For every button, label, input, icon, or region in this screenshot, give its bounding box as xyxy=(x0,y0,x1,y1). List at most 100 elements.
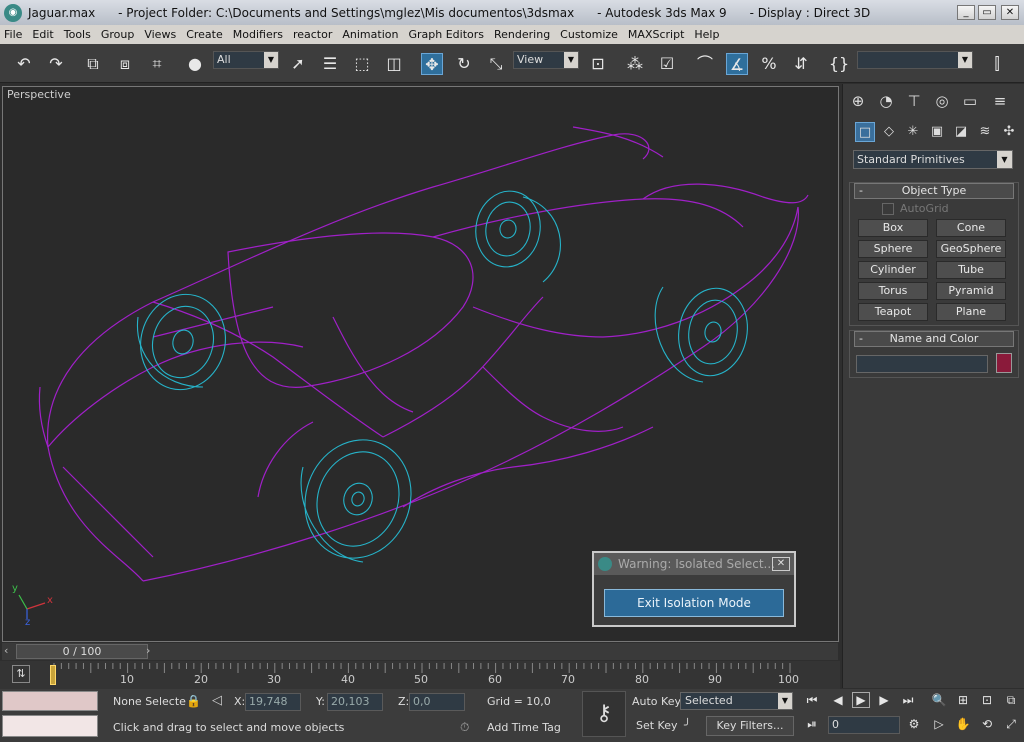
select-and-move-icon[interactable]: ✥ xyxy=(421,53,443,75)
menu-help[interactable]: Help xyxy=(694,28,719,41)
utilities-tab-icon[interactable]: ≡ xyxy=(989,90,1011,112)
reference-coordinate-dropdown[interactable]: View ▼ xyxy=(513,51,579,69)
snaps-toggle-icon[interactable]: ⌒ xyxy=(694,53,716,75)
time-slider-next-icon[interactable]: › xyxy=(146,644,150,657)
menu-graph-editors[interactable]: Graph Editors xyxy=(408,28,484,41)
previous-frame-icon[interactable]: ◀ xyxy=(830,693,846,707)
select-and-manipulate-icon[interactable]: ⁂ xyxy=(624,53,646,75)
maxscript-listener-output[interactable] xyxy=(2,715,98,737)
go-to-start-icon[interactable]: ⏮ xyxy=(804,693,820,708)
select-object-icon[interactable]: ➚ xyxy=(287,53,309,75)
sphere-button[interactable]: Sphere xyxy=(858,240,928,258)
menu-tools[interactable]: Tools xyxy=(64,28,91,41)
unlink-icon[interactable]: ⧈ xyxy=(114,53,136,75)
close-icon[interactable]: ✕ xyxy=(772,557,790,571)
menu-customize[interactable]: Customize xyxy=(560,28,618,41)
menu-edit[interactable]: Edit xyxy=(32,28,53,41)
name-and-color-header[interactable]: - Name and Color xyxy=(854,331,1014,347)
percent-snap-icon[interactable]: % xyxy=(758,53,780,75)
minimize-button[interactable]: _ xyxy=(957,5,975,20)
display-tab-icon[interactable]: ▭ xyxy=(959,90,981,112)
autogrid-checkbox[interactable] xyxy=(882,203,894,215)
object-category-dropdown[interactable]: Standard Primitives ▼ xyxy=(853,150,1013,169)
space-warps-icon[interactable]: ≋ xyxy=(975,122,995,142)
create-tab-icon[interactable]: ⊕ xyxy=(847,90,869,112)
time-configuration-icon[interactable]: ⚙ xyxy=(906,717,922,731)
absolute-mode-icon[interactable]: ◁ xyxy=(212,693,222,708)
add-time-tag-button[interactable]: Add Time Tag xyxy=(487,719,561,737)
box-button[interactable]: Box xyxy=(858,219,928,237)
object-type-header[interactable]: - Object Type xyxy=(854,183,1014,199)
current-frame-marker[interactable] xyxy=(50,665,56,685)
object-color-swatch[interactable] xyxy=(996,353,1012,373)
mirror-icon[interactable]: ⫿ xyxy=(986,53,1008,75)
cylinder-button[interactable]: Cylinder xyxy=(858,261,928,279)
field-of-view-icon[interactable]: ▷ xyxy=(930,717,948,731)
tube-button[interactable]: Tube xyxy=(936,261,1006,279)
systems-icon[interactable]: ✣ xyxy=(999,122,1019,142)
plane-button[interactable]: Plane xyxy=(936,303,1006,321)
zoom-all-icon[interactable]: ⊞ xyxy=(954,693,972,707)
set-key-button[interactable]: Set Key xyxy=(636,717,678,735)
keyboard-shortcut-override-icon[interactable]: ☑ xyxy=(656,53,678,75)
set-key-icon[interactable]: ⚷ xyxy=(582,691,626,737)
menu-modifiers[interactable]: Modifiers xyxy=(233,28,283,41)
selection-lock-icon[interactable]: 🔒 xyxy=(186,694,201,708)
maximize-viewport-icon[interactable]: ⤢ xyxy=(1002,717,1020,732)
maxscript-listener-mini[interactable] xyxy=(2,691,98,711)
torus-button[interactable]: Torus xyxy=(858,282,928,300)
redo-icon[interactable]: ↷ xyxy=(45,53,67,75)
next-frame-icon[interactable]: ▶ xyxy=(876,693,892,707)
menu-reactor[interactable]: reactor xyxy=(293,28,332,41)
object-name-input[interactable] xyxy=(856,355,988,373)
auto-key-button[interactable]: Auto Key xyxy=(632,693,681,711)
select-and-scale-icon[interactable]: ⤡ xyxy=(485,53,507,75)
shapes-icon[interactable]: ◇ xyxy=(879,122,899,142)
close-button[interactable]: ✕ xyxy=(1001,5,1019,20)
menu-views[interactable]: Views xyxy=(144,28,176,41)
key-mode-toggle-icon[interactable]: ⏯ xyxy=(804,717,820,732)
named-selection-dropdown[interactable]: ▼ xyxy=(857,51,973,69)
open-mini-curve-editor-icon[interactable]: ⇅ xyxy=(12,665,30,683)
helpers-icon[interactable]: ◪ xyxy=(951,122,971,142)
pivot-center-icon[interactable]: ⊡ xyxy=(587,53,609,75)
play-icon[interactable]: ▶ xyxy=(852,692,870,708)
x-coordinate-input[interactable]: 19,748 xyxy=(245,693,301,711)
select-and-link-icon[interactable]: ⧉ xyxy=(82,53,104,75)
track-bar[interactable]: ⇅ 10 20 30 40 50 60 70 80 90 100 xyxy=(0,661,840,689)
hierarchy-tab-icon[interactable]: ⊤ xyxy=(903,90,925,112)
exit-isolation-mode-button[interactable]: Exit Isolation Mode xyxy=(604,589,784,617)
go-to-end-icon[interactable]: ⏭ xyxy=(900,693,916,708)
motion-tab-icon[interactable]: ◎ xyxy=(931,90,953,112)
z-coordinate-input[interactable]: 0,0 xyxy=(409,693,465,711)
selection-filter-dropdown[interactable]: All ▼ xyxy=(213,51,279,69)
menu-file[interactable]: File xyxy=(4,28,22,41)
menu-maxscript[interactable]: MAXScript xyxy=(628,28,684,41)
modify-tab-icon[interactable]: ◔ xyxy=(875,90,897,112)
pan-view-icon[interactable]: ✋ xyxy=(954,717,972,731)
default-in-out-tangents-icon[interactable]: ╯ xyxy=(684,718,691,732)
geosphere-button[interactable]: GeoSphere xyxy=(936,240,1006,258)
time-slider-prev-icon[interactable]: ‹ xyxy=(4,644,8,657)
time-slider-thumb[interactable]: 0 / 100 xyxy=(16,644,148,659)
angle-snap-icon[interactable]: ∡ xyxy=(726,53,748,75)
menu-group[interactable]: Group xyxy=(101,28,135,41)
edit-named-selection-icon[interactable]: {} xyxy=(828,53,850,75)
time-slider[interactable]: ‹ 0 / 100 › xyxy=(2,643,838,660)
arc-rotate-icon[interactable]: ⟲ xyxy=(978,717,996,731)
select-by-name-icon[interactable]: ☰ xyxy=(319,53,341,75)
cone-button[interactable]: Cone xyxy=(936,219,1006,237)
select-and-rotate-icon[interactable]: ↻ xyxy=(453,53,475,75)
cameras-icon[interactable]: ▣ xyxy=(927,122,947,142)
spinner-snap-icon[interactable]: ⇵ xyxy=(790,53,812,75)
undo-icon[interactable]: ↶ xyxy=(13,53,35,75)
maximize-button[interactable]: ▭ xyxy=(978,5,996,20)
zoom-extents-all-icon[interactable]: ⧉ xyxy=(1002,693,1020,708)
rectangular-selection-icon[interactable]: ⬚ xyxy=(351,53,373,75)
menu-animation[interactable]: Animation xyxy=(342,28,398,41)
menu-rendering[interactable]: Rendering xyxy=(494,28,550,41)
menu-create[interactable]: Create xyxy=(186,28,223,41)
teapot-button[interactable]: Teapot xyxy=(858,303,928,321)
current-frame-input[interactable]: 0 xyxy=(828,716,900,734)
geometry-icon[interactable]: □ xyxy=(855,122,875,142)
